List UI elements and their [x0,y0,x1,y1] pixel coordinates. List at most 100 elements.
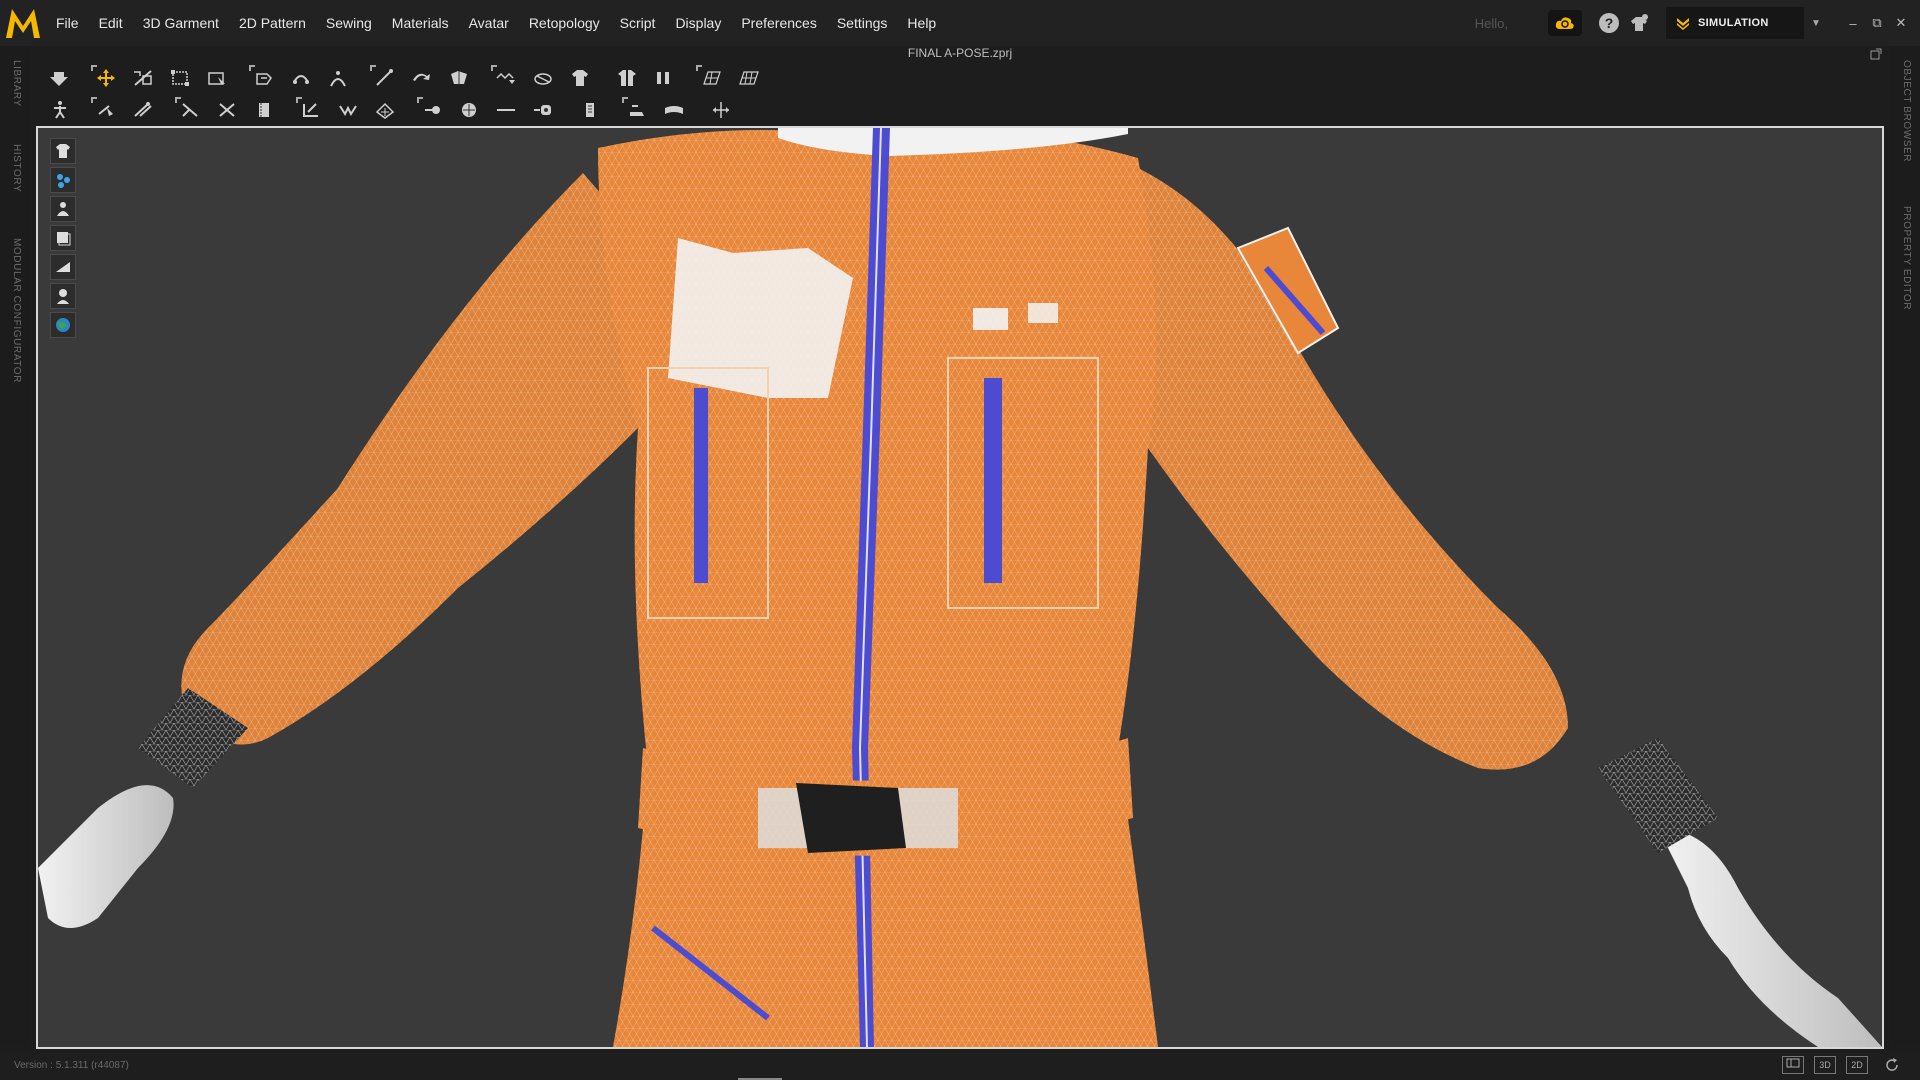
trim-tool[interactable] [622,96,652,124]
tab-history[interactable]: HISTORY [11,144,22,192]
mesh-grid-tool[interactable] [696,64,726,92]
menu-settings[interactable]: Settings [827,0,898,46]
topstitch-tool[interactable] [249,96,279,124]
status-bar: Version : 5.1.311 (r44087) 3D 2D [0,1054,1920,1080]
shrinkage-tool[interactable] [528,64,558,92]
menu-sewing[interactable]: Sewing [316,0,382,46]
tack-icon [293,75,309,84]
free-sewing-tool[interactable] [212,96,242,124]
avatar-view-icon [57,202,69,216]
menu-retopology[interactable]: Retopology [519,0,610,46]
mode-dropdown-button[interactable]: ▼ [1804,7,1828,39]
shirt-view-button[interactable] [50,138,76,164]
menu-3d-garment[interactable]: 3D Garment [133,0,229,46]
tape-tool[interactable] [575,96,605,124]
right-sleeve [1130,168,1568,770]
fabric-bend-tool[interactable] [659,96,689,124]
line-measure-tool[interactable] [491,96,521,124]
layers-icon [57,232,71,246]
refresh-icon[interactable] [1884,1057,1900,1073]
bust-button[interactable] [50,283,76,309]
fold-tool[interactable] [407,64,437,92]
menu-display[interactable]: Display [665,0,731,46]
button-tool[interactable] [296,96,326,124]
menu-2d-pattern[interactable]: 2D Pattern [229,0,316,46]
puckering-tool[interactable] [417,96,447,124]
menu-preferences[interactable]: Preferences [731,0,826,46]
2d-view-button[interactable]: 2D [1846,1056,1868,1074]
texture-button[interactable] [50,254,76,280]
help-button[interactable]: ? [1598,12,1620,34]
layers-button[interactable] [50,225,76,251]
buttonhole-icon [339,105,357,117]
minimize-button[interactable]: – [1842,16,1864,31]
mesh-grid-alt-tool[interactable] [733,64,763,92]
molecule-button[interactable] [50,167,76,193]
cloud-sync-icon [1555,17,1574,29]
menu-file[interactable]: File [46,0,89,46]
circle-tool[interactable] [454,96,484,124]
pin-down-tool[interactable] [44,64,74,92]
garment-mirror-tool[interactable] [612,64,642,92]
pin-icon [98,105,113,116]
select-move-icon [97,69,115,87]
fold-arrange-tool[interactable] [249,64,279,92]
expand-viewport-icon[interactable] [1870,48,1882,60]
bounding-box-icon [171,70,189,86]
community-button[interactable] [1628,12,1650,34]
tool-corner-mark [91,65,97,71]
pin-cage-tool[interactable] [128,96,158,124]
tab-property-editor[interactable]: PROPERTY EDITOR [1901,206,1912,310]
avatar-pose-icon [54,101,66,119]
select-mesh-icon [208,72,225,85]
shirt-flip-tool[interactable] [565,64,595,92]
bounding-box-tool[interactable] [165,64,195,92]
tape-icon [586,103,594,117]
menu-materials[interactable]: Materials [382,0,459,46]
tab-library[interactable]: LIBRARY [11,60,22,107]
3d-viewport[interactable] [36,126,1884,1049]
belt-buckle [796,783,906,853]
pin-tool[interactable] [91,96,121,124]
globe-button[interactable] [50,312,76,338]
file-title-bar: FINAL A-POSE.zprj [30,46,1890,64]
transfer-tool[interactable] [706,96,736,124]
3d-view-button[interactable]: 3D [1814,1056,1836,1074]
steam-tool[interactable] [491,64,521,92]
mode-selector[interactable]: SIMULATION [1666,7,1804,39]
avatar-pose-tool[interactable] [44,96,74,124]
tack-tool[interactable] [286,64,316,92]
tab-object-browser[interactable]: OBJECT BROWSER [1901,60,1912,162]
transfer-icon [713,102,729,118]
edit-sewing-tool[interactable] [175,96,205,124]
menu-script[interactable]: Script [610,0,666,46]
shrinkage-icon [534,73,552,85]
menu-edit[interactable]: Edit [89,0,133,46]
grid-surface-tool[interactable] [649,64,679,92]
transform-pattern-tool[interactable] [128,64,158,92]
app-logo[interactable] [0,0,46,46]
zipper-tool[interactable] [528,96,558,124]
menu-help[interactable]: Help [897,0,946,46]
toolbar-garment [44,63,770,93]
menu-avatar[interactable]: Avatar [459,0,519,46]
file-title: FINAL A-POSE.zprj [907,46,1013,60]
tack-on-avatar-tool[interactable] [323,64,353,92]
close-button[interactable]: ✕ [1890,15,1912,31]
remove-tack-tool[interactable] [444,64,474,92]
tool-corner-mark [696,65,702,71]
tab-modular-configurator[interactable]: MODULAR CONFIGURATOR [11,238,22,383]
single-view-button[interactable] [1782,1056,1804,1074]
mesh-grid-alt-icon [739,71,759,85]
avatar-view-button[interactable] [50,196,76,222]
svg-text:?: ? [1605,15,1614,31]
cloud-button[interactable] [1548,10,1582,36]
select-move-tool[interactable] [91,64,121,92]
edit-curvature-tool[interactable] [370,64,400,92]
pocket-zipper-left [694,388,708,583]
gather-tool[interactable] [370,96,400,124]
tool-corner-mark [175,97,181,103]
restore-button[interactable]: ⧉ [1866,15,1888,31]
buttonhole-tool[interactable] [333,96,363,124]
select-mesh-tool[interactable] [202,64,232,92]
